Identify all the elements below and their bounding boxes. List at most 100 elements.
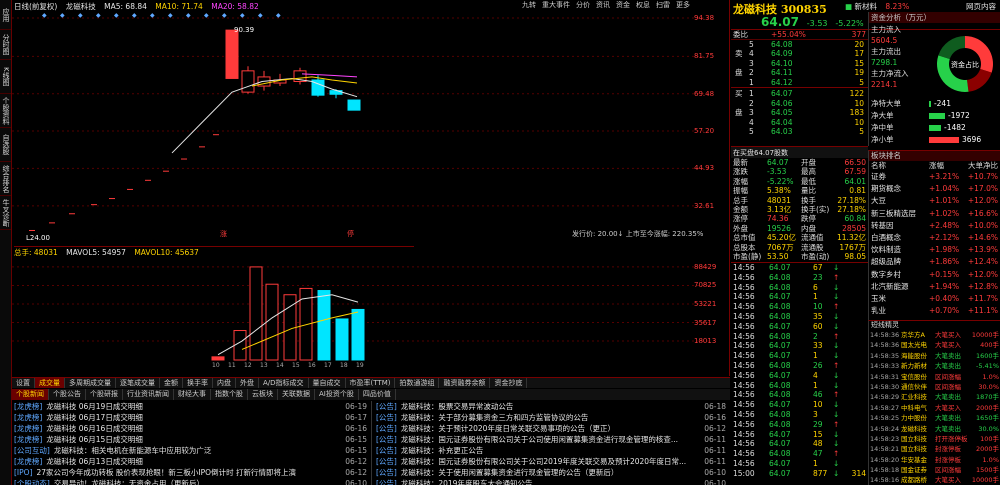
chart-tab[interactable]: 换手率 <box>183 378 213 388</box>
shortline-row[interactable]: 14:58:36 京华方A 大笔买入 10000手 <box>869 330 1000 340</box>
chart-toolbar-item[interactable]: 九转 <box>522 1 536 9</box>
news-title[interactable]: 龙磁科技：国元证券股份有限公司关于公司使用闲置募集资金进行现金管理的核查... <box>401 435 678 444</box>
sector-col-pct[interactable]: 涨幅 <box>929 161 944 171</box>
chart-tab[interactable]: 逐笔成交量 <box>116 378 160 388</box>
sector-row[interactable]: 转基因 +2.48% +10.0% <box>869 220 1000 232</box>
news-title[interactable]: 龙磁科技：2019年度股东大会通知公告 <box>401 479 533 485</box>
sector-row[interactable]: 新三板精选层 +1.02% +16.6% <box>869 208 1000 220</box>
chart-toolbar-item[interactable]: 资讯 <box>596 1 610 9</box>
news-tab[interactable]: 个股新闻 <box>12 389 49 400</box>
news-row[interactable]: [公告] 龙磁科技：关于预计2020年度日常关联交易事项的公告（更正） 06-12 <box>374 423 730 434</box>
news-row[interactable]: [公告] 龙磁科技：关于部分募集资金三方和四方监管协议的公告 06-16 <box>374 412 730 423</box>
news-tab[interactable]: 云板块 <box>248 389 278 400</box>
shortline-row[interactable]: 14:58:35 海能股份 大笔卖出 1600手 <box>869 351 1000 361</box>
bid-row[interactable]: 5 64.03 5 <box>731 127 868 137</box>
news-title[interactable]: 27家公司今年成功转板 股价表现抢眼！新三板小IPO倒计时 打新行情即将上演 <box>37 468 296 477</box>
shortline-row[interactable]: 14:58:18 国金证券 区间涨幅 1500手 <box>869 465 1000 475</box>
news-title[interactable]: 龙磁科技 06月13日成交明细 <box>46 457 142 466</box>
web-content-link[interactable]: 网页内容 <box>966 1 996 12</box>
news-title[interactable]: 龙磁科技：关于使用闲置募集资金进行现金管理的公告（更新后） <box>401 468 619 477</box>
news-title[interactable]: 龙磁科技：补充更正公告 <box>401 446 484 455</box>
news-title[interactable]: 龙磁科技：股票交易异常波动公告 <box>401 402 514 411</box>
news-tab[interactable]: 指数个股 <box>211 389 248 400</box>
shortline-row[interactable]: 14:58:16 成都路桥 大笔买入 10000手 <box>869 475 1000 485</box>
news-tab[interactable]: AI投资个股 <box>315 389 359 400</box>
sector-row[interactable]: 大豆 +1.01% +12.0% <box>869 195 1000 207</box>
news-row[interactable]: [公告] 龙磁科技：关于使用闲置募集资金进行现金管理的公告（更新后） 06-10 <box>374 467 730 478</box>
chart-tab[interactable]: 外盘 <box>236 378 259 388</box>
news-tab[interactable]: 财经大事 <box>174 389 211 400</box>
bid-row[interactable]: 2 64.06 10 <box>731 99 868 109</box>
chart-toolbar-item[interactable]: 分价 <box>576 1 590 9</box>
news-row[interactable]: [公告] 龙磁科技：补充更正公告 06-11 <box>374 445 730 456</box>
chart-toolbar-item[interactable]: 更多 <box>676 1 690 9</box>
sector-row[interactable]: 乳业 +0.70% +11.1% <box>869 305 1000 317</box>
left-sidebar-item[interactable]: K线图 <box>0 60 11 94</box>
sector-row[interactable]: 北汽新能源 +1.94% +12.8% <box>869 281 1000 293</box>
news-title[interactable]: 龙磁科技：关于部分募集资金三方和四方监管协议的公告 <box>401 413 589 422</box>
chart-tab[interactable]: 资金抄底 <box>490 378 528 388</box>
sector-col-name[interactable]: 名称 <box>871 161 886 171</box>
shortline-row[interactable]: 14:58:36 国太光电 大笔买入 400手 <box>869 340 1000 350</box>
ask-row[interactable]: 卖 4 64.09 17 <box>731 49 868 59</box>
news-row[interactable]: [公司互动] 龙磁科技：相关电机在新能源车中应用较为广泛 06-15 <box>12 445 371 456</box>
news-title[interactable]: 龙磁科技 06月17日成交明细 <box>46 413 142 422</box>
news-title[interactable]: 龙磁科技：相关电机在新能源车中应用较为广泛 <box>54 446 212 455</box>
ask-row[interactable]: 盘 2 64.11 19 <box>731 68 868 78</box>
event-diamond-icon[interactable]: ◆ <box>258 12 263 19</box>
news-row[interactable]: [龙虎榜] 龙磁科技 06月19日成交明细 06-19 <box>12 401 371 412</box>
shortline-row[interactable]: 14:58:29 汇业科技 大笔卖出 1870手 <box>869 392 1000 402</box>
news-row[interactable]: [龙虎榜] 龙磁科技 06月13日成交明细 06-12 <box>12 456 371 467</box>
news-row[interactable]: [公告] 龙磁科技：股票交易异常波动公告 06-18 <box>374 401 730 412</box>
news-tab[interactable]: 四品价值 <box>359 389 396 400</box>
chart-tab[interactable]: 金额 <box>160 378 183 388</box>
chart-toolbar-item[interactable]: 扫雷 <box>656 1 670 9</box>
event-diamond-icon[interactable]: ◆ <box>276 12 281 19</box>
news-row[interactable]: [龙虎榜] 龙磁科技 06月16日成交明细 06-16 <box>12 423 371 434</box>
chart-tab[interactable]: 设置 <box>12 378 35 388</box>
event-diamond-icon[interactable]: ◆ <box>204 12 209 19</box>
chart-tab[interactable]: 内盘 <box>213 378 236 388</box>
shortline-row[interactable]: 14:58:30 通信伙伴 区间涨幅 30.0% <box>869 382 1000 392</box>
shortline-row[interactable]: 14:58:21 国立科技 封涨停板 2000手 <box>869 444 1000 454</box>
event-diamond-icon[interactable]: ◆ <box>42 12 47 19</box>
news-title[interactable]: 龙磁科技：国元证券股份有限公司关于公司2019年度关联交易及预计2020年度日常… <box>401 457 686 466</box>
left-sidebar-item[interactable]: 应用 <box>0 0 11 30</box>
bid-row[interactable]: 买 1 64.07 122 <box>731 89 868 99</box>
sector-row[interactable]: 数字乡村 +0.15% +12.0% <box>869 269 1000 281</box>
left-sidebar-item[interactable]: 分时图 <box>0 30 11 60</box>
sector-row[interactable]: 白酒概念 +2.12% +14.6% <box>869 232 1000 244</box>
chart-toolbar-item[interactable]: 重大事件 <box>542 1 570 9</box>
left-sidebar-item[interactable]: 自选股 <box>0 128 11 162</box>
news-row[interactable]: [公告] 龙磁科技：国元证券股份有限公司关于公司使用闲置募集资金进行现金管理的核查… <box>374 434 730 445</box>
news-title[interactable]: 龙磁科技 06月15日成交明细 <box>46 435 142 444</box>
bid-row[interactable]: 4 64.04 10 <box>731 118 868 128</box>
event-diamond-icon[interactable]: ◆ <box>96 12 101 19</box>
chart-tab[interactable]: 多周期成交量 <box>65 378 116 388</box>
shortline-row[interactable]: 14:58:27 中科电气 大笔买入 2000手 <box>869 403 1000 413</box>
ask-row[interactable]: 5 64.08 20 <box>731 40 868 50</box>
chart-tab[interactable]: 市盈率(TTM) <box>346 378 396 388</box>
news-row[interactable]: [公告] 龙磁科技：2019年度股东大会通知公告 06-10 <box>374 478 730 485</box>
news-row[interactable]: [公告] 龙磁科技：国元证券股份有限公司关于公司2019年度关联交易及预计2020… <box>374 456 730 467</box>
news-row[interactable]: [IPO] 27家公司今年成功转板 股价表现抢眼！新三板小IPO倒计时 打新行情即… <box>12 467 371 478</box>
news-title[interactable]: 龙磁科技 06月16日成交明细 <box>46 424 142 433</box>
shortline-row[interactable]: 14:58:31 宝信股份 区间涨幅 1.0% <box>869 372 1000 382</box>
news-tab[interactable]: 关联数据 <box>278 389 315 400</box>
news-tab[interactable]: 个股研报 <box>86 389 123 400</box>
chart-toolbar-item[interactable]: 资金 <box>616 1 630 9</box>
event-diamond-icon[interactable]: ◆ <box>186 12 191 19</box>
sector-row[interactable]: 期货概念 +1.04% +17.0% <box>869 183 1000 195</box>
event-diamond-icon[interactable]: ◆ <box>132 12 137 19</box>
news-row[interactable]: [个股动态] 交易异动！龙磁科技：无资金占用（更新后） 06-10 <box>12 478 371 485</box>
sector-row[interactable]: 饮料制造 +1.98% +13.9% <box>869 244 1000 256</box>
ask-row[interactable]: 3 64.10 15 <box>731 59 868 69</box>
news-title[interactable]: 龙磁科技：关于预计2020年度日常关联交易事项的公告（更正） <box>401 424 615 433</box>
event-diamond-icon[interactable]: ◆ <box>78 12 83 19</box>
sector-col-net[interactable]: 大单净比 <box>968 161 998 171</box>
ask-row[interactable]: 1 64.12 5 <box>731 78 868 88</box>
chart-tab[interactable]: 量自成交 <box>309 378 346 388</box>
news-tab[interactable]: 行业资讯新闻 <box>123 389 174 400</box>
news-title[interactable]: 交易异动！龙磁科技：无资金占用（更新后） <box>54 479 204 485</box>
news-title[interactable]: 龙磁科技 06月19日成交明细 <box>46 402 142 411</box>
